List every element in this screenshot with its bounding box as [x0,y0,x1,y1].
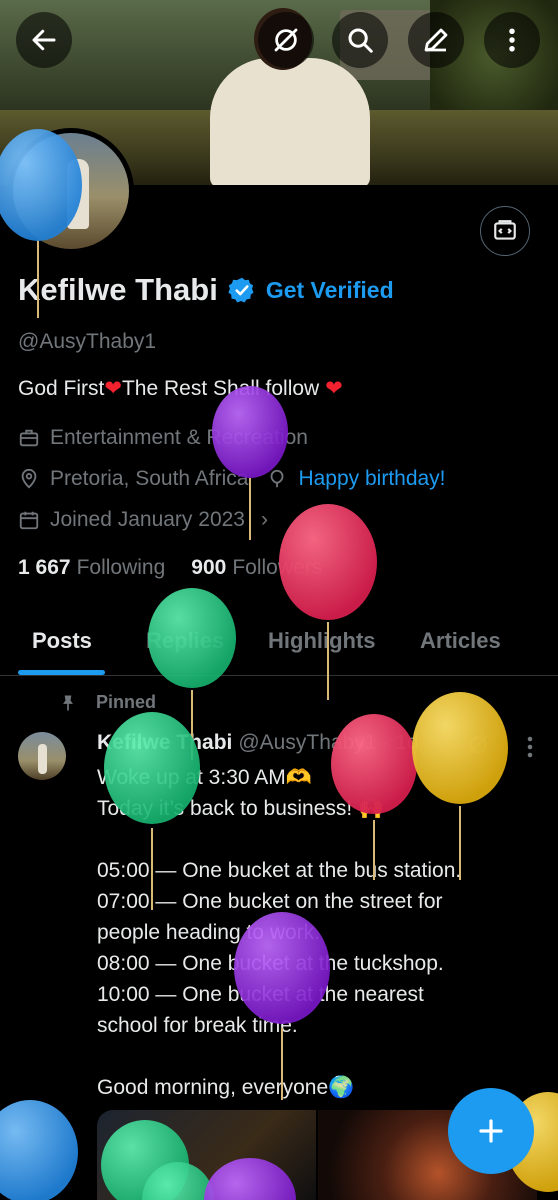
tweet-text: Woke up at 3:30 AM🫶 Today it’s back to b… [97,762,537,1103]
location-pin-icon [21,468,37,489]
pin-icon [63,695,73,710]
active-tab-indicator [18,670,105,675]
more-vertical-icon [509,28,515,52]
grok-button[interactable] [258,12,314,68]
location-text: Pretoria, South Africa [50,467,249,490]
tweet-avatar[interactable] [18,732,66,780]
tweet-line: 07:00 — One bucket on the street for [97,890,443,913]
category-text: Entertainment & Recreation [50,426,308,449]
tab-highlights[interactable]: Highlights [268,628,376,654]
joined-text: Joined January 2023 [50,508,245,531]
media-image-1[interactable] [97,1110,316,1200]
tab-posts[interactable]: Posts [32,628,92,654]
search-icon [348,28,373,53]
balloon-icon [271,469,284,488]
following-link[interactable]: 1 667 Following [18,556,165,580]
tweet-line [97,824,537,855]
profile-avatar[interactable] [8,128,134,254]
profile-joined: Joined January 2023 › [18,508,268,532]
more-button[interactable] [484,12,540,68]
grok-icon[interactable] [466,733,490,757]
back-arrow-icon [32,29,56,51]
pinned-label: Pinned [58,692,156,713]
tab-articles[interactable]: Articles [420,628,501,654]
compose-button[interactable] [448,1088,534,1174]
profile-handle: @AusyThaby1 [18,330,157,353]
tweet-time: · 1d [382,731,419,754]
bio-part-2: The Rest Shall follow [121,377,326,400]
tweet-line [97,1041,537,1072]
profile-category: Entertainment & Recreation [18,426,308,450]
profile-name: Kefilwe Thabi [18,272,218,307]
tweet-line: Today it’s back to business! 🙌 [97,797,385,820]
grok-icon [274,28,298,52]
tweet-more-icon[interactable] [520,733,540,761]
tweet-line: Woke up at 3:30 AM🫶 [97,766,312,789]
bio-part-1: God First [18,377,105,400]
back-button[interactable] [16,12,72,68]
tweet-author-name[interactable]: Kefilwe Thabi [97,731,232,755]
tweet-author-handle[interactable]: @AusyThaby1 [238,731,376,755]
calendar-icon [19,511,39,530]
heart-emoji-2: ❤ [325,377,343,400]
chevron-right-icon[interactable]: › [261,508,268,532]
profile-bio: God First❤The Rest Shall follow ❤ [18,376,343,401]
tweet-header: Kefilwe Thabi @AusyThaby1 · 1d [97,731,419,755]
profile-card-button[interactable] [480,206,530,256]
tweet-line: people heading to work. [97,921,320,944]
tweet-line: 10:00 — One bucket at the nearest [97,983,424,1006]
edit-button[interactable] [408,12,464,68]
card-icon [494,220,516,240]
balloon-blue-2 [0,1100,78,1200]
name-row: Kefilwe Thabi Get Verified [18,272,394,308]
tab-replies[interactable]: Replies [146,628,224,654]
profile-location-row: Pretoria, South Africa Happy birthday! [18,467,446,491]
verified-badge-icon [228,277,254,303]
followers-link[interactable]: 900 Followers [191,556,322,580]
birthday-link[interactable]: Happy birthday! [298,467,445,491]
get-verified-link[interactable]: Get Verified [266,277,394,304]
plus-icon [479,1119,503,1143]
tweet-line: 05:00 — One bucket at the bus station. [97,859,462,882]
heart-emoji: ❤ [104,377,122,400]
briefcase-icon [19,429,39,447]
tweet-line: 08:00 — One bucket at the tuckshop. [97,952,444,975]
edit-icon [424,28,448,52]
profile-tabs: Posts Replies Highlights Articles [0,612,558,676]
search-button[interactable] [332,12,388,68]
tweet-line: school for break time. [97,1014,298,1037]
follow-counts: 1 667 Following 900 Followers [18,556,322,580]
